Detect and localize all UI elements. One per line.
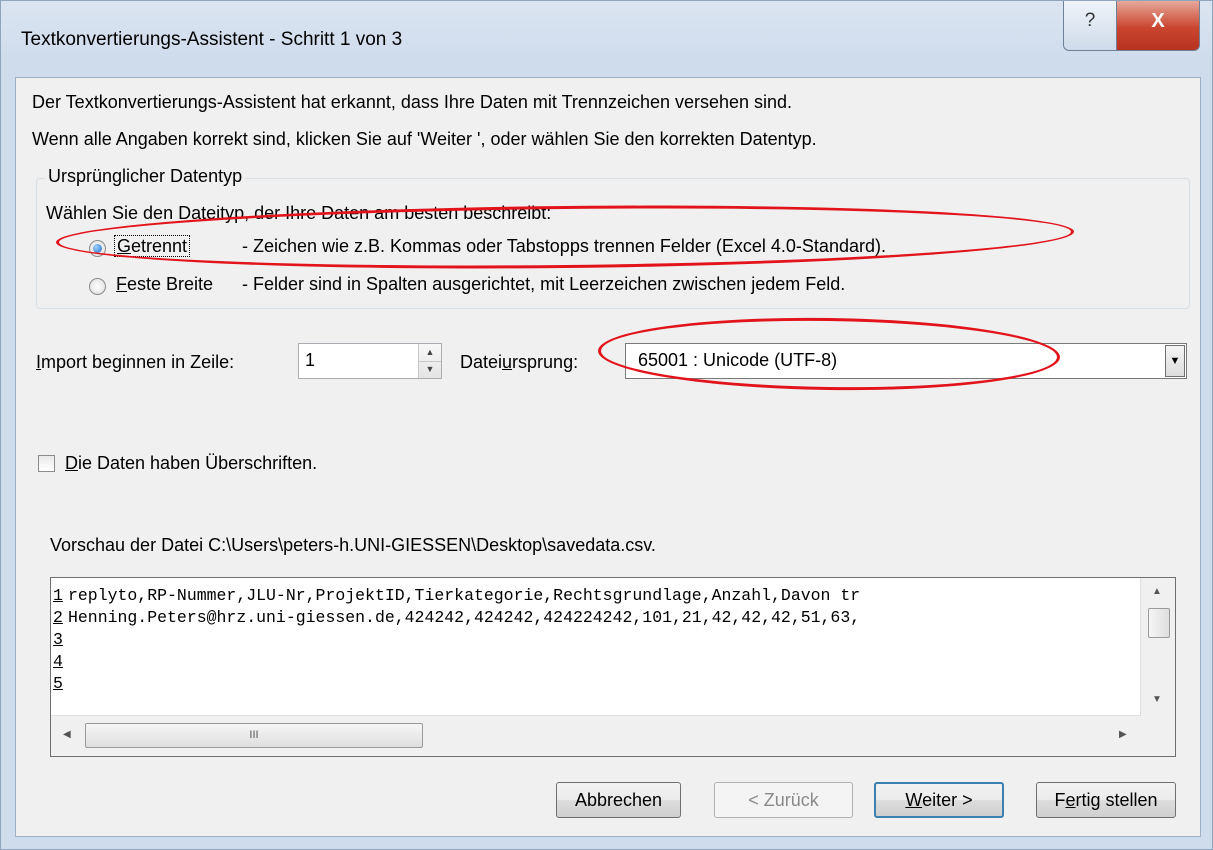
spin-down-icon[interactable]: ▼ xyxy=(419,361,441,378)
scroll-up-icon[interactable]: ▲ xyxy=(1152,586,1162,597)
vertical-scrollbar[interactable]: ▲ ▼ xyxy=(1140,578,1175,716)
spinner-buttons: ▲ ▼ xyxy=(418,344,441,378)
preview-row: 4 xyxy=(51,651,68,673)
import-start-value: 1 xyxy=(305,350,316,370)
preview-line-number: 3 xyxy=(53,630,63,649)
preview-line-number: 2 xyxy=(53,608,63,627)
scrollbar-corner xyxy=(1141,716,1175,756)
window-title: Textkonvertierungs-Assistent - Schritt 1… xyxy=(21,29,403,50)
radio-feste-breite[interactable] xyxy=(89,278,106,295)
back-button[interactable]: < Zurück xyxy=(714,782,853,818)
help-button[interactable]: ? xyxy=(1063,1,1117,51)
preview-row: 1 replyto,RP-Nummer,JLU-Nr,ProjektID,Tier… xyxy=(51,585,860,607)
horizontal-scrollbar[interactable]: ◀ III ▶ xyxy=(51,715,1141,756)
vertical-scroll-thumb[interactable] xyxy=(1148,608,1170,638)
scroll-right-icon[interactable]: ▶ xyxy=(1119,729,1127,740)
preview-box[interactable]: 1 replyto,RP-Nummer,JLU-Nr,ProjektID,Tier… xyxy=(50,577,1176,757)
scroll-down-icon[interactable]: ▼ xyxy=(1152,694,1162,705)
radio-feste-breite-label[interactable]: Feste Breite xyxy=(116,274,213,295)
next-button[interactable]: Weiter > xyxy=(874,782,1004,818)
datatype-group-legend: Ursprünglicher Datentyp xyxy=(45,166,246,187)
file-origin-label: Dateiursprung: xyxy=(460,352,579,372)
preview-line-number: 4 xyxy=(53,652,63,671)
preview-row: 3 xyxy=(51,629,68,651)
finish-button[interactable]: Fertig stellen xyxy=(1036,782,1176,818)
chevron-down-icon[interactable]: ▼ xyxy=(1165,345,1185,377)
preview-row: 2 Henning.Peters@hrz.uni-giessen.de,42424… xyxy=(51,607,860,629)
spin-up-icon[interactable]: ▲ xyxy=(419,344,441,362)
intro-line-2: Wenn alle Angaben korrekt sind, klicken … xyxy=(32,129,817,149)
preview-line-text: Henning.Peters@hrz.uni-giessen.de,424242… xyxy=(68,608,861,627)
preview-row: 5 xyxy=(51,673,68,695)
import-start-spinner[interactable]: 1 ▲ ▼ xyxy=(298,343,442,379)
preview-line-number: 1 xyxy=(53,586,63,605)
horizontal-scroll-thumb[interactable]: III xyxy=(85,723,423,748)
preview-text-area: 1 replyto,RP-Nummer,JLU-Nr,ProjektID,Tier… xyxy=(51,578,1141,716)
import-start-label: Import beginnen in Zeile: xyxy=(36,352,235,372)
dialog-content: Der Textkonvertierungs-Assistent hat erk… xyxy=(15,77,1201,837)
title-bar[interactable]: Textkonvertierungs-Assistent - Schritt 1… xyxy=(1,1,1212,77)
cancel-button[interactable]: Abbrechen xyxy=(556,782,681,818)
close-icon: X xyxy=(1151,10,1165,32)
preview-line-text: replyto,RP-Nummer,JLU-Nr,ProjektID,Tierk… xyxy=(68,586,861,605)
headers-checkbox-label[interactable]: Die Daten haben Überschriften. xyxy=(65,453,317,474)
preview-line-number: 5 xyxy=(53,674,63,693)
wizard-window: Textkonvertierungs-Assistent - Schritt 1… xyxy=(0,0,1213,850)
close-button[interactable]: X xyxy=(1116,1,1200,51)
radio-feste-breite-description: - Felder sind in Spalten ausgerichtet, m… xyxy=(242,274,846,294)
headers-checkbox[interactable] xyxy=(38,455,55,472)
preview-caption: Vorschau der Datei C:\Users\peters-h.UNI… xyxy=(50,535,656,555)
scroll-left-icon[interactable]: ◀ xyxy=(63,729,71,740)
intro-line-1: Der Textkonvertierungs-Assistent hat erk… xyxy=(32,92,793,112)
